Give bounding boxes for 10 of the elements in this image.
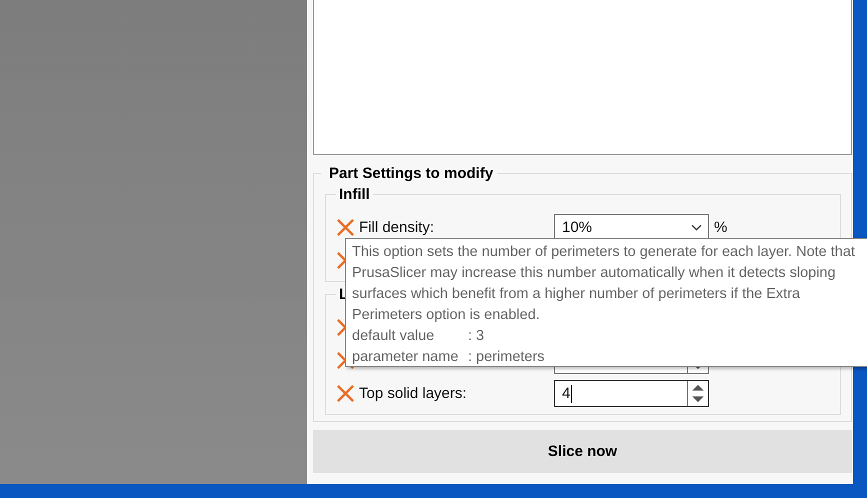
detail-key: parameter name <box>352 347 468 368</box>
section-title: Part Settings to modify <box>328 165 494 182</box>
detail-value: : 3 <box>468 327 484 346</box>
group-title: Infill <box>338 186 371 203</box>
option-label: Top solid layers: <box>359 385 468 402</box>
detail-key: default value <box>352 326 468 347</box>
unit-label: % <box>714 219 728 236</box>
detail-value: : perimeters <box>468 348 545 367</box>
tooltip-text: This option sets the number of perimeters to generate for each layer. Note that PrusaSlicer may increase this number automatically when it detects sloping surfaces which benefit from a higher number of perimeters if the Extra Perimeters option is enabled. <box>352 243 856 325</box>
option-label: Fill density: <box>359 219 436 236</box>
